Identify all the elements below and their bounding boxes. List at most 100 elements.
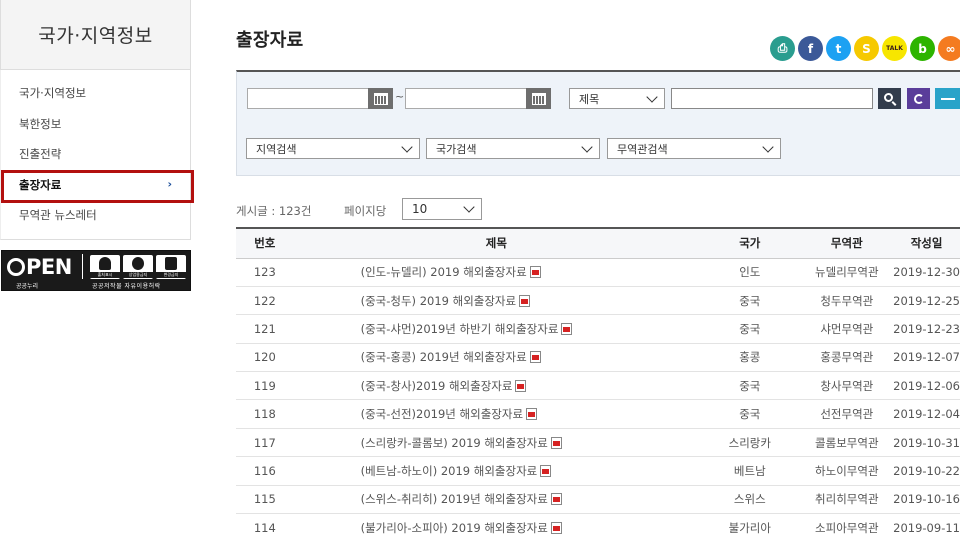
twitter-icon[interactable]: t [826, 36, 851, 61]
sidebar-item-trip-materials[interactable]: 출장자료 › [1, 170, 190, 201]
title-link[interactable]: (불가리아-소피아) 2019 해외출장자료 [361, 521, 548, 535]
sidebar-item-strategy[interactable]: 진출전략 [1, 139, 190, 170]
cell-number: 119 [253, 378, 276, 393]
search-button[interactable] [878, 88, 901, 109]
sidebar-item-label: 무역관 뉴스레터 [19, 208, 97, 223]
cell-title[interactable]: (스리랑카-콜롬보) 2019 해외출장자료 [294, 428, 700, 456]
pdf-icon[interactable] [526, 408, 538, 421]
keyword-input[interactable] [671, 88, 873, 109]
cell-number: 117 [253, 435, 276, 450]
date-from-input[interactable] [247, 88, 369, 109]
sidebar-item-north-korea[interactable]: 북한정보 [1, 109, 190, 140]
cell-title[interactable]: (스위스-취리히) 2019년 해외출장자료 [294, 485, 700, 513]
sidebar-item-label: 북한정보 [19, 116, 62, 131]
per-page-select[interactable]: 10 [402, 198, 482, 220]
cell-number: 123 [253, 265, 276, 280]
table-row[interactable]: 123 (인도-뉴델리) 2019 해외출장자료 인도 뉴델리무역관 2019-12-3… [236, 258, 960, 287]
title-link[interactable]: (인도-뉴델리) 2019 해외출장자료 [361, 265, 527, 279]
pdf-icon[interactable] [561, 322, 573, 335]
calendar-icon[interactable] [368, 88, 393, 109]
header-date: 작성일 [910, 236, 943, 251]
cell-date: 2019-12-30 [893, 265, 960, 280]
cell-office: 소피아무역관 [815, 520, 879, 535]
cell-office: 홍콩무역관 [820, 350, 874, 365]
title-link[interactable]: (중국-선전)2019년 해외출장자료 [361, 407, 523, 421]
title-link[interactable]: (중국-창사)2019 해외출장자료 [361, 379, 513, 393]
per-page-label: 페이지당 [344, 204, 387, 218]
cell-office: 뉴델리무역관 [815, 265, 879, 280]
cell-office: 하노이무역관 [815, 463, 879, 478]
reset-button[interactable] [907, 88, 930, 109]
table-row[interactable]: 117 (스리랑카-콜롬보) 2019 해외출장자료 스리랑카 콜롬보무역관 2019-… [236, 428, 960, 457]
table-row[interactable]: 116 (베트남-하노이) 2019 해외출장자료 베트남 하노이무역관 2019-10… [236, 457, 960, 486]
cell-title[interactable]: (중국-창사)2019 해외출장자료 [294, 372, 700, 400]
title-link[interactable]: (중국-청두) 2019 해외출장자료 [361, 294, 517, 308]
region-select[interactable]: 지역검색 [246, 138, 420, 159]
open-logo: PEN [7, 255, 72, 279]
cell-number: 115 [253, 492, 276, 507]
sidebar: 국가·지역정보 국가·지역정보 북한정보 진출전략 출장자료 › 무역관 뉴스레… [0, 0, 192, 240]
pdf-icon[interactable] [529, 351, 541, 364]
chevron-right-icon: › [167, 177, 172, 191]
chevron-down-icon [646, 91, 658, 103]
sidebar-header: 국가·지역정보 [0, 0, 191, 70]
kakaotalk-icon[interactable]: TALK [882, 36, 907, 61]
open-license-badge: PEN 공공누리 출처표시 상업용금지 변경금지 공공저작물 자유이용허락 [1, 250, 191, 291]
collapse-button[interactable] [935, 88, 960, 109]
print-icon[interactable]: ⎙ [770, 36, 795, 61]
country-select[interactable]: 국가검색 [426, 138, 600, 159]
date-to-input[interactable] [405, 88, 527, 109]
kakaostory-icon[interactable]: S [854, 36, 879, 61]
table-row[interactable]: 120 (중국-홍콩) 2019년 해외출장자료 홍콩 홍콩무역관 2019-12-07 [236, 343, 960, 372]
cell-number: 120 [253, 350, 276, 365]
title-link[interactable]: (스위스-취리히) 2019년 해외출장자료 [361, 492, 548, 506]
cell-number: 118 [253, 407, 276, 422]
pdf-icon[interactable] [550, 436, 562, 449]
office-select[interactable]: 무역관검색 [607, 138, 781, 159]
cell-title[interactable]: (베트남-하노이) 2019 해외출장자료 [294, 457, 700, 485]
sidebar-item-country-info[interactable]: 국가·지역정보 [1, 78, 190, 109]
calendar-icon[interactable] [526, 88, 551, 109]
title-link[interactable]: (스리랑카-콜롬보) 2019 해외출장자료 [361, 436, 548, 450]
sidebar-item-label: 국가·지역정보 [19, 86, 87, 101]
cell-country: 베트남 [733, 463, 766, 478]
cell-country: 중국 [739, 321, 761, 336]
pdf-icon[interactable] [519, 294, 531, 307]
link-icon[interactable]: ∞ [938, 36, 960, 61]
cell-number: 116 [253, 463, 276, 478]
chevron-down-icon [762, 141, 774, 153]
cell-title[interactable]: (불가리아-소피아) 2019 해외출장자료 [294, 514, 700, 540]
pdf-icon[interactable] [529, 266, 541, 279]
pdf-icon[interactable] [540, 464, 552, 477]
pdf-icon[interactable] [515, 379, 527, 392]
blog-icon[interactable]: b [910, 36, 935, 61]
search-field-select[interactable]: 제목 [569, 88, 665, 109]
search-panel: ~ 제목 지역검색 국가검색 무역관검색 [236, 70, 960, 176]
facebook-icon[interactable]: f [798, 36, 823, 61]
cell-country: 스위스 [733, 492, 766, 507]
table-row[interactable]: 119 (중국-창사)2019 해외출장자료 중국 창사무역관 2019-12-06 [236, 372, 960, 400]
pdf-icon[interactable] [550, 493, 562, 506]
cell-title[interactable]: (중국-홍콩) 2019년 해외출장자료 [294, 343, 700, 371]
sidebar-title: 국가·지역정보 [38, 25, 153, 47]
cell-office: 창사무역관 [820, 378, 874, 393]
share-bar: ⎙ f t S TALK b ∞ [770, 36, 960, 61]
cell-title[interactable]: (인도-뉴델리) 2019 해외출장자료 [294, 258, 700, 286]
cell-title[interactable]: (중국-선전)2019년 해외출장자료 [294, 400, 700, 428]
table-row[interactable]: 115 (스위스-취리히) 2019년 해외출장자료 스위스 취리히무역관 2019-1… [236, 485, 960, 514]
title-link[interactable]: (베트남-하노이) 2019 해외출장자료 [361, 464, 538, 478]
title-link[interactable]: (중국-홍콩) 2019년 해외출장자료 [361, 350, 527, 364]
table-row[interactable]: 118 (중국-선전)2019년 해외출장자료 중국 선전무역관 2019-12-04 [236, 400, 960, 429]
table-row[interactable]: 122 (중국-청두) 2019 해외출장자료 중국 청두무역관 2019-12-25 [236, 286, 960, 315]
cell-title[interactable]: (중국-샤먼)2019년 하반기 해외출장자료 [294, 315, 700, 343]
cell-country: 스리랑카 [728, 435, 771, 450]
sidebar-item-newsletter[interactable]: 무역관 뉴스레터 [1, 200, 190, 231]
cell-office: 취리히무역관 [815, 492, 879, 507]
header-office: 무역관 [830, 236, 863, 251]
table-row[interactable]: 121 (중국-샤먼)2019년 하반기 해외출장자료 중국 샤먼무역관 2019-12… [236, 315, 960, 344]
table-row[interactable]: 114 (불가리아-소피아) 2019 해외출장자료 불가리아 소피아무역관 2019-… [236, 514, 960, 540]
pdf-icon[interactable] [550, 521, 562, 534]
title-link[interactable]: (중국-샤먼)2019년 하반기 해외출장자료 [361, 322, 559, 336]
cell-title[interactable]: (중국-청두) 2019 해외출장자료 [294, 286, 700, 314]
sidebar-menu: 국가·지역정보 북한정보 진출전략 출장자료 › 무역관 뉴스레터 [0, 70, 191, 240]
